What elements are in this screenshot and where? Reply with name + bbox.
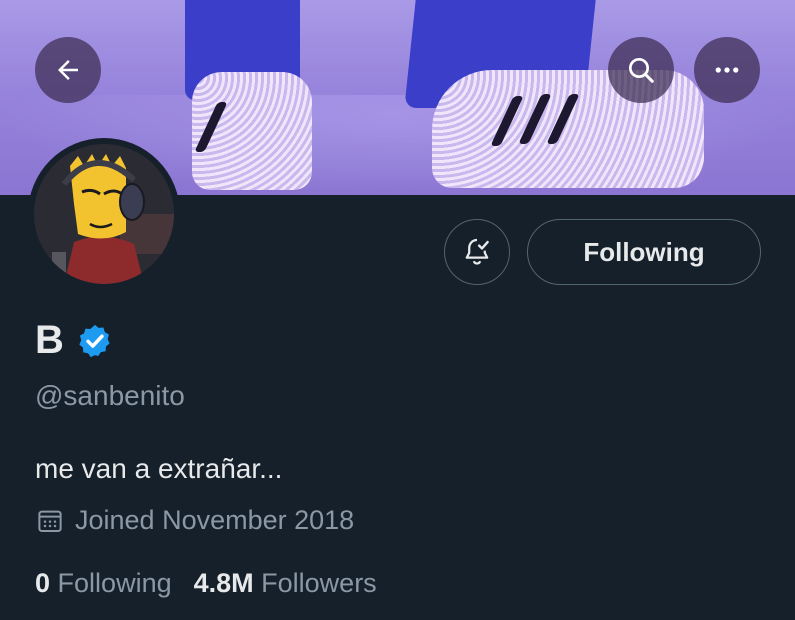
profile-bio: me van a extrañar...: [35, 453, 283, 484]
joined-date-row: Joined November 2018: [35, 505, 354, 536]
following-count: 0: [35, 568, 51, 598]
search-button[interactable]: [608, 37, 674, 103]
following-stat[interactable]: 0 Following: [35, 568, 172, 599]
shoe-stripe: [194, 102, 228, 152]
search-icon: [629, 58, 654, 83]
verified-badge-icon[interactable]: [76, 322, 114, 360]
shoe-stripe: [490, 96, 524, 146]
bell-check-icon: [465, 238, 489, 265]
followers-count: 4.8M: [193, 568, 254, 598]
avatar-illustration: [34, 144, 174, 284]
notifications-button[interactable]: [444, 219, 510, 285]
following-button-label: Following: [583, 236, 705, 267]
back-button[interactable]: [35, 37, 101, 103]
display-name: B: [35, 318, 64, 362]
avatar[interactable]: [28, 138, 180, 290]
follow-stats: 0 Following 4.8M Followers: [35, 568, 377, 599]
shoe-stripe: [518, 94, 552, 144]
banner-shoe-left: [192, 72, 312, 190]
followers-stat[interactable]: 4.8M Followers: [194, 568, 377, 599]
joined-date: Joined November 2018: [75, 505, 355, 535]
followers-label: Followers: [261, 568, 377, 598]
more-button[interactable]: [694, 37, 760, 103]
calendar-icon: [38, 510, 62, 532]
profile-handle: @sanbenito: [35, 380, 185, 411]
avatar-image: [34, 144, 174, 284]
shoe-stripe: [546, 94, 580, 144]
profile-name-row: B: [35, 318, 114, 363]
following-label: Following: [57, 568, 172, 598]
following-button[interactable]: Following: [527, 219, 761, 285]
arrow-left-icon: [58, 60, 78, 80]
more-horizontal-icon: [715, 67, 739, 73]
